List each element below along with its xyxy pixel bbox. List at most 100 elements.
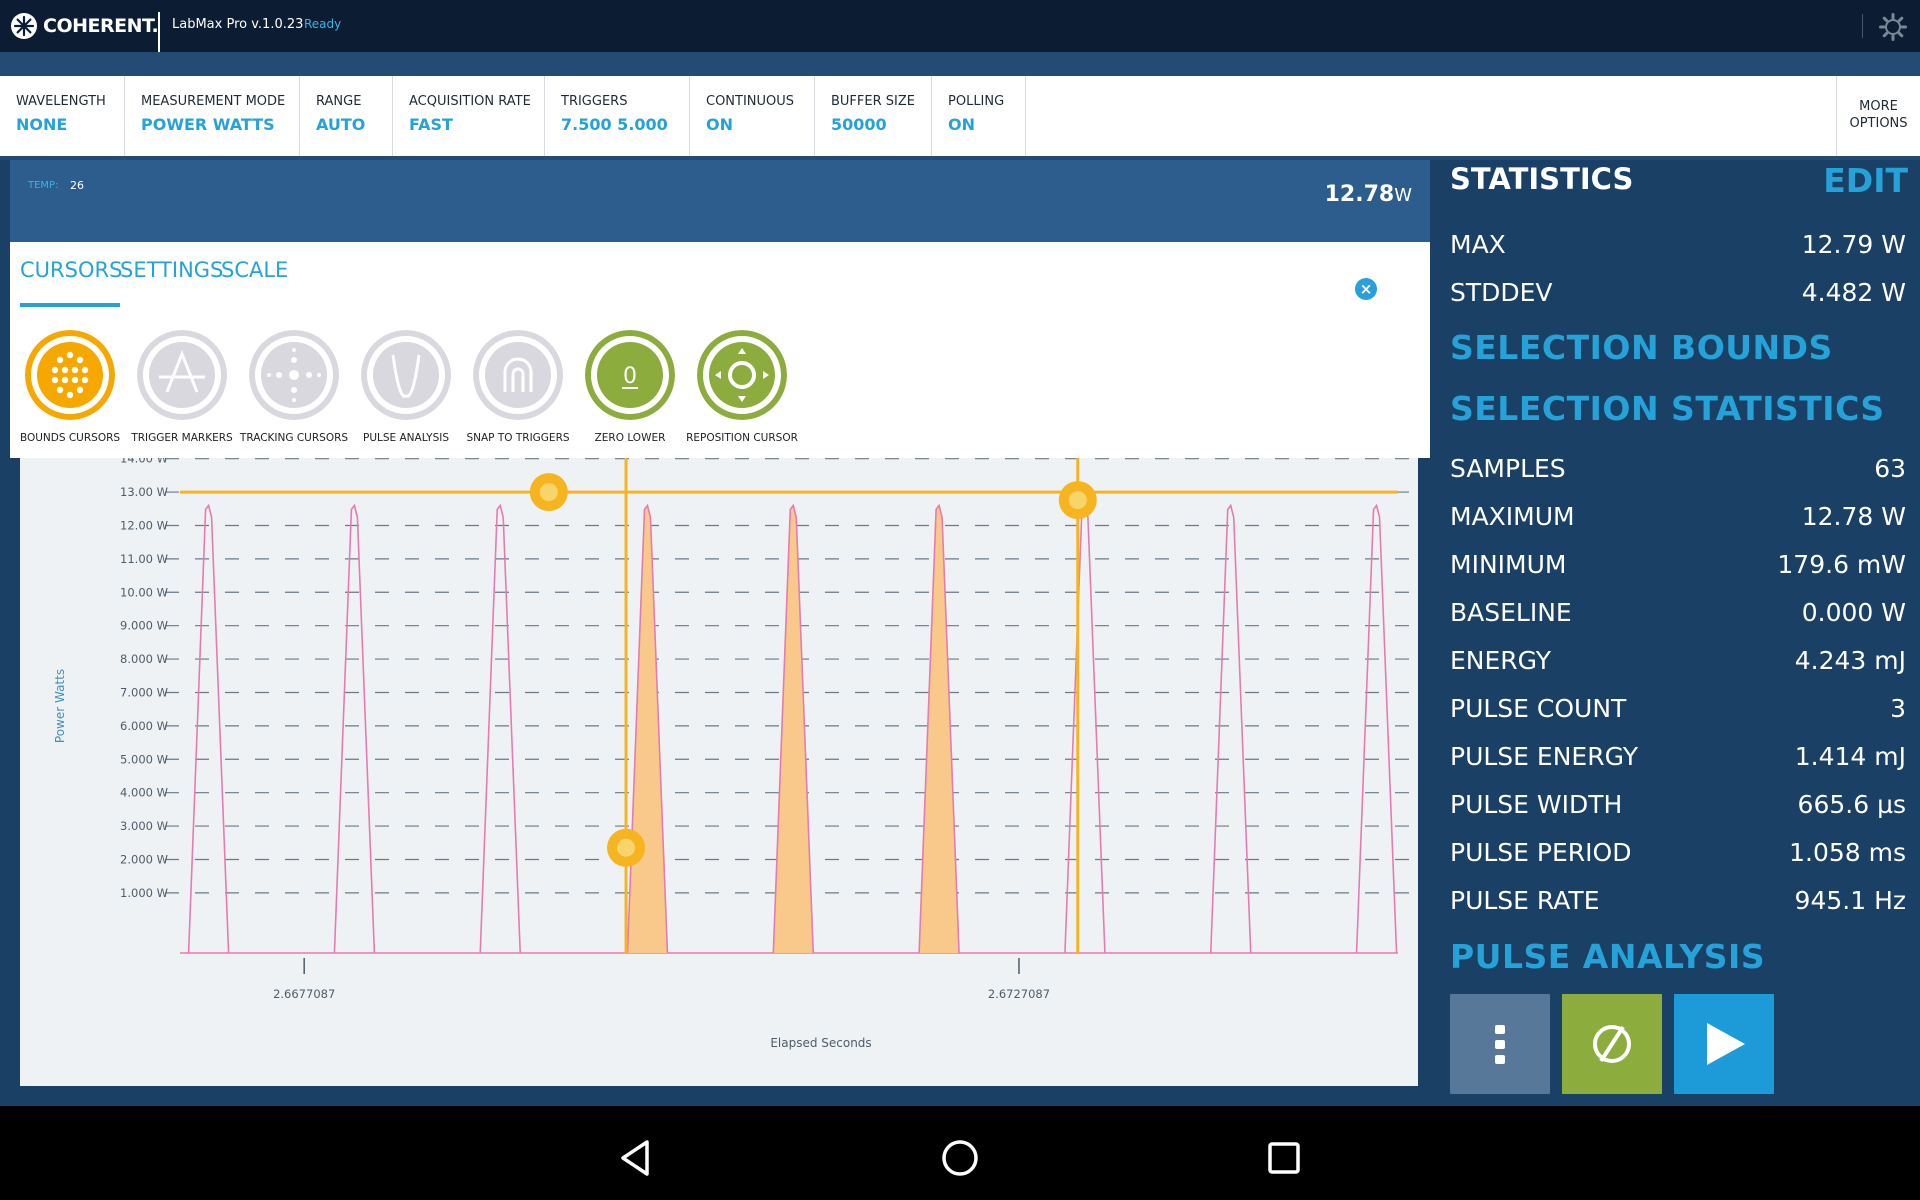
stat-value: 0.000 W — [1801, 597, 1906, 627]
stat-value: 665.6 µs — [1797, 789, 1906, 819]
more-options-button[interactable]: MORE OPTIONS — [1836, 76, 1920, 156]
selection-bounds-heading[interactable]: SELECTION BOUNDS — [1450, 328, 1833, 367]
y-tick-label: 7.000 W — [120, 685, 168, 699]
pulse-analysis-heading[interactable]: PULSE ANALYSIS — [1450, 937, 1765, 976]
active-tab-indicator — [20, 303, 120, 307]
bounds-cursors-icon — [25, 330, 115, 420]
stat-row-pulse-energy: PULSE ENERGY 1.414 mJ — [1450, 736, 1906, 776]
zero-glyph: 0 — [623, 364, 637, 389]
setting-triggers[interactable]: TRIGGERS 7.500 5.000 — [545, 76, 690, 156]
clear-icon — [1593, 1025, 1631, 1063]
setting-label: CONTINUOUS — [706, 94, 795, 109]
stat-name: PULSE COUNT — [1450, 693, 1627, 723]
stat-row-pulse-count: PULSE COUNT 3 — [1450, 688, 1906, 728]
setting-buffer-size[interactable]: BUFFER SIZE 50000 — [815, 76, 932, 156]
power-value: 12.78 — [1324, 182, 1395, 207]
stat-name: PULSE RATE — [1450, 885, 1600, 915]
pulse-trace — [1064, 503, 1106, 954]
y-tick-label: 11.00 W — [120, 552, 168, 566]
stat-value: 1.414 mJ — [1794, 741, 1906, 771]
y-axis-label: Power Watts — [53, 669, 67, 743]
temp-label: TEMP: — [28, 180, 59, 191]
top-bar: COHERENT. LabMax Pro v.1.0.23 Ready — [0, 0, 1920, 76]
tool-zero-lower[interactable]: 0 ZERO LOWER — [574, 330, 686, 444]
tool-label: PULSE ANALYSIS — [362, 432, 450, 444]
stat-row-pulse-width: PULSE WIDTH 665.6 µs — [1450, 784, 1906, 824]
selected-pulse-fill — [773, 505, 814, 953]
tool-label: SNAP TO TRIGGERS — [466, 432, 570, 444]
stat-row-stddev: STDDEV 4.482 W — [1450, 272, 1906, 312]
y-tick-label: 1.000 W — [120, 886, 168, 900]
stat-name: STDDEV — [1450, 277, 1553, 307]
setting-wavelength[interactable]: WAVELENGTH NONE — [0, 76, 125, 156]
tool-trigger-markers[interactable]: TRIGGER MARKERS — [126, 330, 238, 444]
tool-pulse-analysis[interactable]: PULSE ANALYSIS — [350, 330, 462, 444]
stat-name: MAXIMUM — [1450, 501, 1575, 531]
stat-value: 1.058 ms — [1789, 837, 1906, 867]
pulse-trace — [187, 503, 230, 954]
app-window: COHERENT. LabMax Pro v.1.0.23 Ready WAVE… — [0, 0, 1920, 1200]
power-chart[interactable]: 15.00 W14.00 W13.00 W12.00 W11.00 W10.00… — [20, 458, 1418, 1086]
tab-settings[interactable]: SETTINGS — [120, 258, 223, 282]
x-tick-label: 2.6727087 — [988, 987, 1050, 1001]
tab-cursors[interactable]: CURSORS — [20, 258, 122, 282]
back-icon[interactable] — [614, 1136, 658, 1180]
stat-row-samples: SAMPLES 63 — [1450, 448, 1906, 488]
pulse-trace — [1209, 503, 1252, 954]
stat-row-pulse-period: PULSE PERIOD 1.058 ms — [1450, 832, 1906, 872]
y-tick-label: 12.00 W — [120, 518, 168, 532]
stat-name: PULSE PERIOD — [1450, 837, 1632, 867]
selected-pulse-fill — [919, 505, 960, 953]
setting-value: 7.500 5.000 — [561, 115, 668, 134]
level-cursor-handle-center — [539, 483, 558, 502]
tool-snap-to-triggers[interactable]: SNAP TO TRIGGERS — [462, 330, 574, 444]
stat-value: 63 — [1874, 453, 1906, 483]
gear-icon[interactable] — [1878, 12, 1908, 42]
header-separator — [1862, 14, 1863, 38]
more-options-label-2: OPTIONS — [1849, 116, 1908, 131]
setting-label: ACQUISITION RATE — [409, 94, 531, 109]
tool-bounds-cursors[interactable]: BOUNDS CURSORS — [14, 330, 126, 444]
pulse-trace — [1355, 503, 1398, 954]
home-icon[interactable] — [938, 1136, 982, 1180]
stat-row-baseline: BASELINE 0.000 W — [1450, 592, 1906, 632]
more-options-label-1: MORE — [1859, 99, 1898, 114]
recents-icon[interactable] — [1262, 1136, 1306, 1180]
stat-name: PULSE WIDTH — [1450, 789, 1623, 819]
stat-name: MINIMUM — [1450, 549, 1567, 579]
tab-scale[interactable]: SCALE — [221, 258, 288, 282]
y-tick-label: 13.00 W — [120, 485, 168, 499]
setting-label: POLLING — [948, 94, 1005, 109]
stat-row-max: MAX 12.79 W — [1450, 224, 1906, 264]
left-cursor-handle-center — [617, 838, 636, 857]
setting-range[interactable]: RANGE AUTO — [300, 76, 393, 156]
setting-label: TRIGGERS — [561, 94, 628, 109]
y-tick-label: 3.000 W — [120, 819, 168, 833]
stat-name: ENERGY — [1450, 645, 1552, 675]
setting-continuous[interactable]: CONTINUOUS ON — [690, 76, 815, 156]
settings-strip: WAVELENGTH NONE MEASUREMENT MODE POWER W… — [0, 76, 1920, 156]
x-tick-label: 2.6677087 — [273, 987, 335, 1001]
setting-measurement-mode[interactable]: MEASUREMENT MODE POWER WATTS — [125, 76, 300, 156]
play-button[interactable] — [1674, 994, 1774, 1094]
edit-button[interactable]: EDIT — [1823, 161, 1908, 200]
close-icon[interactable]: × — [1355, 278, 1377, 300]
pulse-trace — [333, 503, 376, 954]
more-vert-button[interactable] — [1450, 994, 1550, 1094]
setting-label: RANGE — [316, 94, 362, 109]
setting-value: POWER WATTS — [141, 115, 275, 134]
tool-label: ZERO LOWER — [594, 432, 666, 444]
tool-tracking-cursors[interactable]: TRACKING CURSORS — [238, 330, 350, 444]
stat-value: 179.6 mW — [1777, 549, 1906, 579]
tool-reposition-cursor[interactable]: REPOSITION CURSOR — [686, 330, 798, 444]
setting-polling[interactable]: POLLING ON — [932, 76, 1026, 156]
setting-acquisition-rate[interactable]: ACQUISITION RATE FAST — [393, 76, 545, 156]
clear-button[interactable] — [1562, 994, 1662, 1094]
y-tick-label: 10.00 W — [120, 585, 168, 599]
stat-name: BASELINE — [1450, 597, 1572, 627]
power-reading: 12.78W — [1325, 182, 1412, 207]
setting-value: ON — [706, 115, 733, 134]
selection-statistics-heading[interactable]: SELECTION STATISTICS — [1450, 389, 1885, 428]
tool-label: TRACKING CURSORS — [239, 432, 349, 444]
stat-row-maximum: MAXIMUM 12.78 W — [1450, 496, 1906, 536]
